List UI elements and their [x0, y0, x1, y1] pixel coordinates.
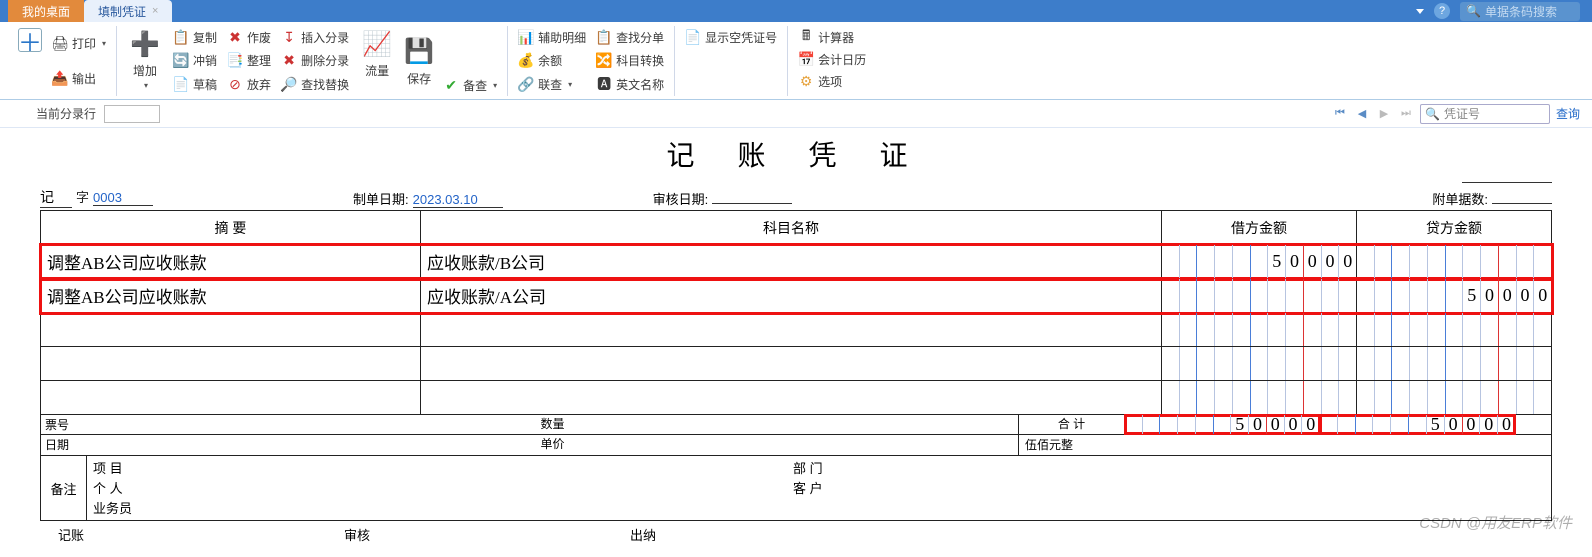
search-icon: 🔍 [1425, 107, 1440, 121]
eng-name-button[interactable]: 🅰英文名称 [594, 73, 666, 95]
find-icon: 📋 [596, 30, 612, 46]
th-account: 科目名称 [421, 211, 1162, 245]
dropdown-icon[interactable] [1416, 9, 1424, 14]
total-credit: 50000 [1320, 415, 1515, 434]
th-summary: 摘 要 [41, 211, 421, 245]
voucher-title: 记 账 凭 证 [40, 134, 1552, 180]
flow-button[interactable]: 📈流量 [357, 26, 397, 96]
voucher-icon: 📄 [685, 29, 701, 45]
gear-icon: ⚙ [798, 73, 814, 89]
calculator-button[interactable]: 🖩计算器 [796, 26, 868, 48]
tab-voucher[interactable]: 填制凭证 × [84, 0, 172, 22]
void-button[interactable]: ✖作废 [225, 27, 273, 49]
tidy-button[interactable]: 📑整理 [225, 50, 273, 72]
link-icon: 🔗 [518, 76, 534, 92]
offset-icon: 🔄 [173, 53, 189, 69]
print-icon: 🖨 [52, 36, 68, 52]
price-label: 单价 [87, 435, 1018, 455]
tab-desktop[interactable]: 我的桌面 [8, 0, 84, 22]
qty-label: 数量 [87, 415, 1018, 434]
sign-audit: 审核 [344, 525, 370, 544]
backup-icon: ✔ [443, 77, 459, 93]
table-row[interactable] [41, 347, 1552, 381]
tidy-icon: 📑 [227, 53, 243, 69]
insert-entry-button[interactable]: ↧插入分录 [279, 27, 351, 49]
english-icon: 🅰 [596, 76, 612, 92]
show-empty-button[interactable]: 📄显示空凭证号 [683, 26, 779, 48]
attach-count[interactable] [1492, 203, 1552, 204]
total-label: 合 计 [1019, 415, 1125, 434]
transfer-icon: 🔀 [596, 53, 612, 69]
barcode-search-input[interactable]: 🔍 单据条码搜索 [1460, 2, 1580, 21]
contact-button[interactable]: 🔗联查▾ [516, 73, 588, 95]
void-icon: ✖ [227, 30, 243, 46]
find-split-button[interactable]: 📋查找分单 [594, 27, 666, 49]
find-replace-button[interactable]: 🔎查找替换 [279, 73, 351, 95]
amount-words: 伍佰元整 [1019, 435, 1551, 455]
th-credit: 贷方金额 [1357, 211, 1552, 245]
add-button[interactable]: ➕增加▾ [125, 26, 165, 96]
sign-cashier: 出纳 [630, 525, 656, 544]
help-icon[interactable]: ? [1434, 3, 1450, 19]
meta-blank-line [1462, 182, 1552, 183]
save-button[interactable]: 💾保存 [403, 36, 435, 87]
draft-icon: 📄 [173, 76, 189, 92]
table-row[interactable] [41, 381, 1552, 415]
offset-button[interactable]: 🔄冲销 [171, 50, 219, 72]
balance-button[interactable]: 💰余额 [516, 50, 588, 72]
query-link[interactable]: 查询 [1556, 105, 1580, 122]
delete-row-icon: ✖ [281, 53, 297, 69]
options-button[interactable]: ⚙选项 [796, 70, 868, 92]
add-icon: ➕ [129, 28, 161, 60]
detail-icon: 📊 [518, 30, 534, 46]
subject-trans-button[interactable]: 🔀科目转换 [594, 50, 666, 72]
balance-icon: 💰 [518, 53, 534, 69]
insert-row-icon: ↧ [281, 30, 297, 46]
copy-button[interactable]: 📋复制 [171, 27, 219, 49]
table-row[interactable]: 调整AB公司应收账款应收账款/B公司50000 [41, 245, 1552, 279]
prev-button[interactable]: ◀ [1354, 106, 1370, 122]
remark-label: 备注 [41, 456, 87, 520]
abandon-icon: ⊘ [227, 76, 243, 92]
audit-date[interactable] [712, 203, 792, 204]
voucher-no-search[interactable]: 🔍凭证号 [1420, 104, 1550, 124]
table-row[interactable]: 调整AB公司应收账款应收账款/A公司50000 [41, 279, 1552, 313]
acct-calendar-button[interactable]: 📅会计日历 [796, 48, 868, 70]
table-row[interactable] [41, 313, 1552, 347]
save-icon: 💾 [403, 36, 435, 68]
flow-icon: 📈 [361, 28, 393, 60]
calendar-icon: 📅 [798, 51, 814, 67]
last-button[interactable]: ⏭ [1398, 106, 1414, 122]
th-debit: 借方金额 [1162, 211, 1357, 245]
total-debit: 50000 [1125, 415, 1320, 434]
export-icon: 📤 [52, 71, 68, 87]
abandon-button[interactable]: ⊘放弃 [225, 73, 273, 95]
delete-entry-button[interactable]: ✖删除分录 [279, 50, 351, 72]
new-button[interactable]: ＋ [14, 26, 46, 96]
copy-icon: 📋 [173, 30, 189, 46]
backup-button[interactable]: ✔备查▾ [441, 74, 499, 96]
next-button[interactable]: ▶ [1376, 106, 1392, 122]
voucher-no[interactable]: 0003 [93, 190, 153, 206]
voucher-type[interactable]: 记 [40, 187, 72, 208]
draft-button[interactable]: 📄草稿 [171, 73, 219, 95]
date-label: 日期 [41, 435, 87, 455]
make-date[interactable]: 2023.03.10 [413, 192, 503, 208]
close-icon[interactable]: × [152, 5, 158, 17]
current-line-label: 当前分录行 [36, 105, 96, 122]
current-line-input[interactable] [104, 105, 160, 123]
aux-detail-button[interactable]: 📊辅助明细 [516, 27, 588, 49]
calculator-icon: 🖩 [798, 29, 814, 45]
sign-book: 记账 [58, 525, 84, 544]
voucher-table: 摘 要 科目名称 借方金额 贷方金额 调整AB公司应收账款应收账款/B公司500… [40, 210, 1552, 415]
print-button[interactable]: 🖨打印▾ [50, 33, 108, 55]
output-button[interactable]: 📤输出 [50, 68, 108, 90]
search-icon: 🔍 [1466, 4, 1481, 18]
find-replace-icon: 🔎 [281, 76, 297, 92]
billno-label: 票号 [41, 415, 87, 434]
first-button[interactable]: ⏮ [1332, 106, 1348, 122]
